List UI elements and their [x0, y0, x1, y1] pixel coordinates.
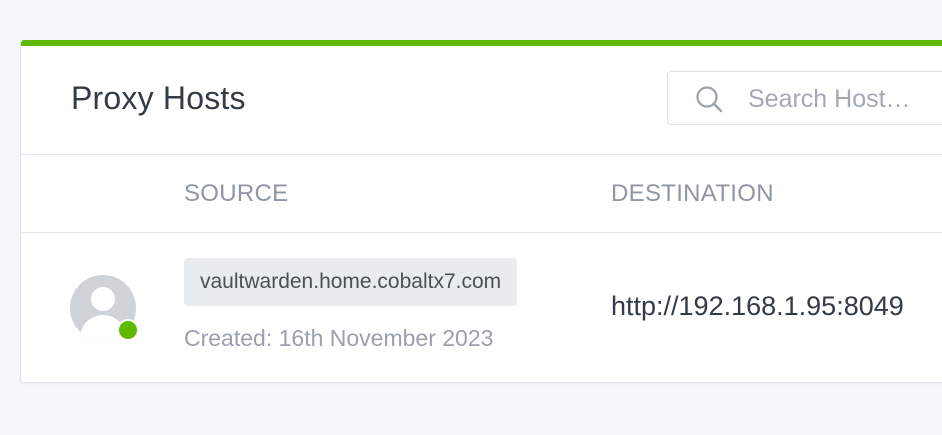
proxy-hosts-card: Proxy Hosts SOURCE DESTINATION vaultward… — [20, 40, 942, 383]
column-header-source: SOURCE — [184, 180, 289, 207]
search-input[interactable] — [748, 84, 942, 114]
status-online-indicator — [117, 319, 139, 341]
created-date: Created: 16th November 2023 — [184, 325, 494, 351]
table-row[interactable]: vaultwarden.home.cobaltx7.com Created: 1… — [21, 233, 942, 382]
page-title: Proxy Hosts — [71, 80, 246, 116]
search-icon — [694, 84, 724, 114]
column-header-destination: DESTINATION — [611, 180, 774, 207]
source-domain-tag[interactable]: vaultwarden.home.cobaltx7.com — [184, 258, 518, 306]
search-box[interactable] — [667, 71, 942, 125]
table-header-row: SOURCE DESTINATION — [21, 155, 942, 233]
destination-url: http://192.168.1.95:8049 — [611, 291, 904, 321]
card-header: Proxy Hosts — [21, 46, 942, 155]
